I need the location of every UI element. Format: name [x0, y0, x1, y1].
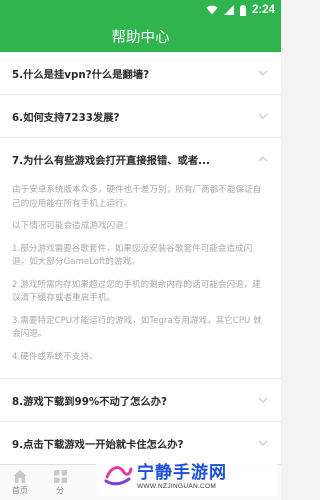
faq-item: 8.游戏下载到99%不动了怎么办? — [0, 379, 281, 422]
faq-question-text: 9.点击下载游戏一开始就卡住怎么办? — [12, 438, 184, 451]
status-time: 2:24 — [251, 4, 275, 16]
watermark-title: 宁静手游网 — [137, 463, 227, 483]
status-bar: 2:24 — [0, 0, 281, 20]
battery-icon — [239, 4, 246, 16]
faq-question[interactable]: 6.如何支持7233发展? — [0, 95, 281, 137]
nav-item-label: 首页 — [12, 486, 28, 495]
chevron-down-icon — [258, 70, 268, 76]
faq-item: 6.如何支持7233发展? — [0, 95, 281, 138]
page-title: 帮助中心 — [0, 20, 281, 52]
watermark-url: WWW.NZJINGUAN.COM — [137, 483, 217, 490]
faq-answer-paragraph: 4.硬件或系统不支持。 — [12, 351, 98, 362]
chevron-down-icon — [258, 440, 268, 446]
nav-item-label: 分 — [56, 486, 64, 495]
faq-question-text: 8.游戏下载到99%不动了怎么办? — [12, 395, 167, 408]
faq-answer-paragraph: 1.部分游戏需要谷歌套件，如果您没安装谷歌套件可能会造成闪退，如大部分GameL… — [12, 243, 253, 268]
chevron-up-icon — [258, 156, 268, 162]
category-icon — [53, 470, 67, 483]
watermark-logo-icon — [104, 466, 133, 486]
faq-item-expanded: 7.为什么有些游戏会打开直接报错、或者... 由于安卓系统版本众多，硬件也千差万… — [0, 138, 281, 379]
chevron-down-icon — [258, 113, 268, 119]
faq-answer-paragraph: 由于安卓系统版本众多，硬件也千差万别，所有厂商都不能保证自己的应用能在所有手机上… — [12, 185, 262, 209]
watermark: 宁静手游网 WWW.NZJINGUAN.COM — [97, 452, 277, 496]
home-icon — [13, 470, 27, 483]
faq-answer-paragraph: 以下情况可能会造成游戏闪退： — [12, 221, 133, 231]
faq-answer-paragraph: 3.需要特定CPU才能运行的游戏，如Tegra专用游戏，其它CPU 就会闪退。 — [12, 315, 262, 340]
faq-item: 5.什么是挂vpn?什么是翻墙? — [0, 52, 281, 95]
faq-question-text: 7.为什么有些游戏会打开直接报错、或者... — [12, 154, 210, 167]
faq-question[interactable]: 8.游戏下载到99%不动了怎么办? — [0, 379, 281, 421]
chevron-down-icon — [258, 397, 268, 403]
nav-item-category[interactable]: 分 — [40, 465, 80, 500]
faq-question-text: 5.什么是挂vpn?什么是翻墙? — [12, 68, 150, 81]
faq-question-text: 6.如何支持7233发展? — [12, 111, 120, 124]
wifi-icon — [206, 5, 218, 15]
signal-icon — [223, 5, 234, 15]
faq-answer-paragraph: 2.游戏所需内存如果超过您的手机的剩余内存的话可能会闪退，建议清下缓存或者重启手… — [12, 279, 261, 304]
faq-question[interactable]: 7.为什么有些游戏会打开直接报错、或者... — [0, 138, 281, 180]
nav-item-home[interactable]: 首页 — [0, 465, 40, 500]
faq-question[interactable]: 5.什么是挂vpn?什么是翻墙? — [0, 52, 281, 94]
faq-list: 5.什么是挂vpn?什么是翻墙? 6.如何支持7233发展? 7.为什么有些游戏… — [0, 52, 281, 465]
faq-answer: 由于安卓系统版本众多，硬件也千差万别，所有厂商都不能保证自己的应用能在所有手机上… — [0, 180, 281, 378]
